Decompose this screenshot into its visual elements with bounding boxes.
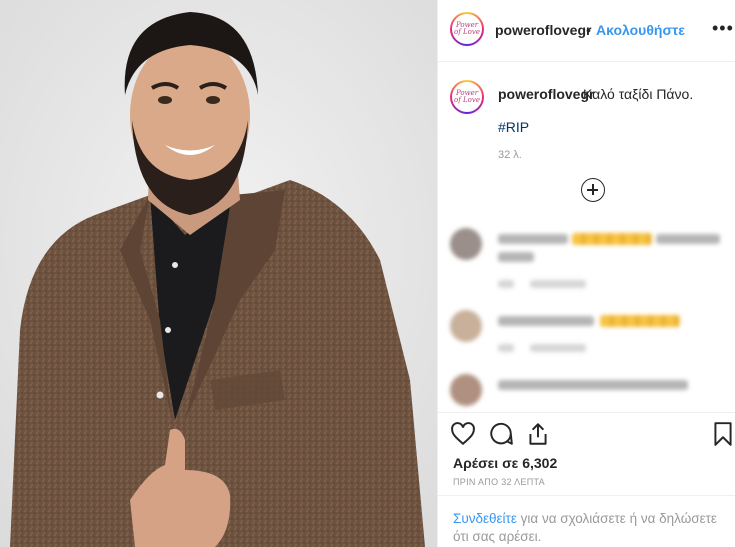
comment-text-blurred (498, 234, 568, 244)
plus-circle-icon[interactable] (581, 178, 605, 202)
login-link[interactable]: Συνδεθείτε (453, 511, 517, 526)
commenter-avatar[interactable] (450, 228, 482, 260)
comment-text-blurred (498, 252, 534, 262)
comment-meta-blurred (498, 344, 514, 352)
comment-text-blurred (498, 316, 594, 326)
commenter-avatar[interactable] (450, 310, 482, 342)
caption-avatar[interactable]: Power of Love (450, 80, 484, 114)
caption-time[interactable]: 32 λ. (498, 149, 522, 161)
avatar-logo-text: Power of Love (454, 89, 480, 104)
avatar-logo-text: Power of Love (454, 21, 480, 36)
post-side-panel: Power of Love poweroflovegr • Ακολουθήστ… (437, 0, 735, 547)
caption-text: Καλό ταξίδι Πάνο. (583, 86, 694, 102)
profile-avatar[interactable]: Power of Love (450, 12, 484, 46)
likes-count[interactable]: Αρέσει σε 6,302 (453, 455, 557, 471)
comment-meta-blurred (530, 280, 586, 288)
comment-emoji-blurred (572, 233, 652, 245)
caption-username[interactable]: poweroflovegr (498, 86, 594, 102)
bookmark-icon[interactable] (710, 421, 735, 447)
login-prompt-text: Συνδεθείτε για να σχολιάσετε ή να δηλώσε… (453, 510, 723, 546)
hashtag-link[interactable]: #RIP (498, 119, 529, 135)
comment-text-blurred (498, 380, 688, 390)
login-prompt: Συνδεθείτε για να σχολιάσετε ή να δηλώσε… (438, 495, 735, 547)
comment-text-blurred (656, 234, 720, 244)
commenter-avatar[interactable] (450, 374, 482, 406)
header-username[interactable]: poweroflovegr (495, 22, 591, 38)
comment-emoji-blurred (600, 315, 680, 327)
photo-illustration (0, 0, 437, 547)
post-timestamp[interactable]: ΠΡΙΝ ΑΠΟ 32 ΛΕΠΤΑ (453, 477, 545, 487)
comment-meta-blurred (498, 280, 514, 288)
more-options-icon[interactable]: ••• (712, 18, 734, 39)
post-photo[interactable] (0, 0, 437, 547)
comment-meta-blurred (530, 344, 586, 352)
comment-icon[interactable] (488, 421, 514, 447)
follow-button[interactable]: Ακολουθήστε (596, 22, 685, 38)
separator-dot: • (586, 22, 591, 38)
action-bar (438, 412, 735, 452)
post-header: Power of Love poweroflovegr • Ακολουθήστ… (438, 0, 735, 62)
heart-icon[interactable] (450, 421, 476, 447)
share-icon[interactable] (525, 421, 551, 447)
